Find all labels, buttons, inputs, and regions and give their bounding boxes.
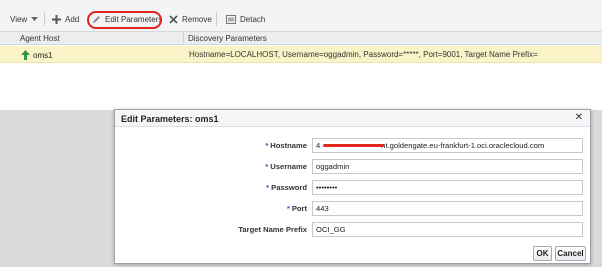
agent-host-cell: oms1 (21, 50, 53, 60)
dialog-title: Edit Parameters: oms1 (121, 114, 219, 124)
view-menu[interactable]: View (10, 12, 39, 26)
required-marker: * (266, 183, 270, 192)
column-header-agent-host[interactable]: Agent Host (20, 34, 60, 43)
column-divider[interactable] (183, 32, 184, 45)
agent-up-arrow-icon (21, 50, 30, 60)
toolbar-divider (44, 12, 45, 26)
view-label: View (10, 14, 28, 24)
chevron-down-icon (31, 16, 39, 21)
cancel-button[interactable]: Cancel (555, 246, 586, 261)
agent-host-name: oms1 (33, 50, 53, 60)
port-field[interactable]: 443 (312, 201, 583, 216)
username-row: * Username oggadmin (115, 159, 590, 174)
target-name-prefix-label: Target Name Prefix (238, 225, 307, 234)
column-header-discovery-parameters[interactable]: Discovery Parameters (188, 34, 267, 43)
remove-label: Remove (182, 14, 212, 24)
detach-label: Detach (240, 14, 266, 24)
toolbar: View Add Edit Parameters Remove Detach (0, 0, 602, 32)
remove-x-icon (169, 14, 178, 24)
dialog-title-bar[interactable]: Edit Parameters: oms1 ✕ (115, 110, 590, 127)
password-field[interactable]: •••••••• (312, 180, 583, 195)
remove-button[interactable]: Remove (169, 12, 212, 26)
ok-button[interactable]: OK (533, 246, 552, 261)
add-button[interactable]: Add (52, 12, 79, 26)
add-label: Add (65, 14, 80, 24)
port-label: * Port (286, 204, 307, 213)
port-row: * Port 443 (115, 201, 590, 216)
hostname-label: * Hostname (265, 141, 307, 150)
table-header: Agent Host Discovery Parameters (0, 32, 602, 45)
detach-icon (226, 14, 236, 24)
redaction-mark (323, 144, 384, 147)
password-label: * Password (266, 183, 307, 192)
username-label: * Username (265, 162, 307, 171)
hostname-value-prefix: 4 (316, 141, 321, 150)
agents-table: Agent Host Discovery Parameters oms1 Hos… (0, 32, 602, 110)
required-marker: * (286, 204, 290, 213)
highlight-annotation (87, 11, 162, 29)
required-marker: * (265, 162, 269, 171)
detach-button[interactable]: Detach (226, 12, 265, 26)
hostname-value-suffix: nt.goldengate.eu-frankfurt-1.oci.oraclec… (381, 141, 545, 150)
close-icon[interactable]: ✕ (575, 113, 583, 123)
password-row: * Password •••••••• (115, 180, 590, 195)
plus-icon (52, 14, 61, 24)
toolbar-divider (216, 12, 217, 26)
username-field[interactable]: oggadmin (312, 159, 583, 174)
required-marker: * (265, 141, 269, 150)
table-row[interactable]: oms1 Hostname=LOCALHOST, Username=oggadm… (0, 46, 602, 63)
hostname-row: * Hostname 4 nt.goldengate.eu-frankfurt-1.… (115, 138, 590, 153)
discovery-parameters-cell: Hostname=LOCALHOST, Username=oggadmin, P… (189, 50, 538, 59)
target-name-prefix-field[interactable]: OCI_GG (312, 222, 583, 237)
edit-parameters-dialog: Edit Parameters: oms1 ✕ * Hostname 4 nt.go… (114, 109, 591, 264)
target-name-prefix-row: Target Name Prefix OCI_GG (115, 222, 590, 237)
